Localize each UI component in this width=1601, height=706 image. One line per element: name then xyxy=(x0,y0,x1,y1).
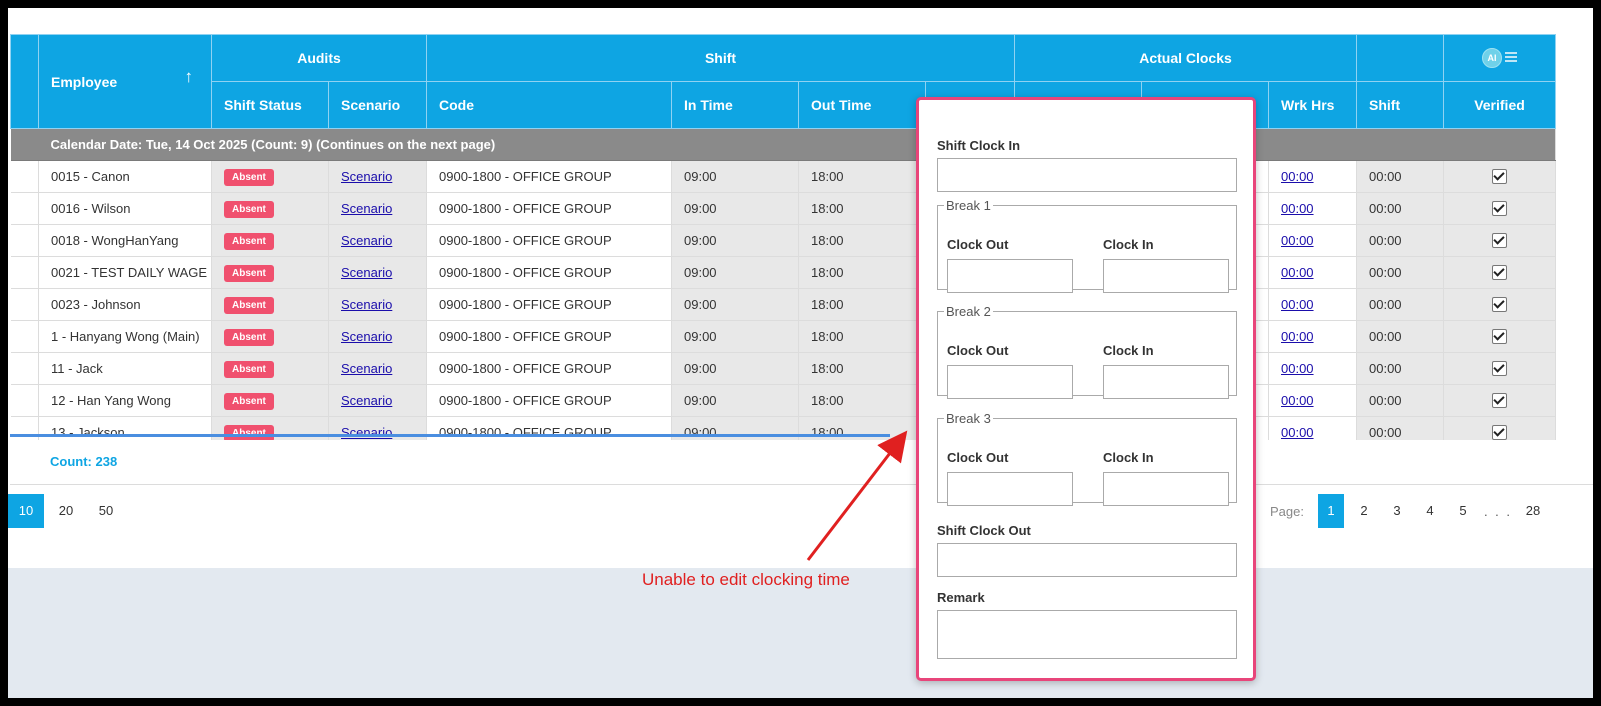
annotation-arrow-icon xyxy=(806,430,908,561)
app-frame: Employee ↑ Audits Shift Actual Clocks AI… xyxy=(8,8,1593,698)
annotation-text: Unable to edit clocking time xyxy=(642,570,850,589)
